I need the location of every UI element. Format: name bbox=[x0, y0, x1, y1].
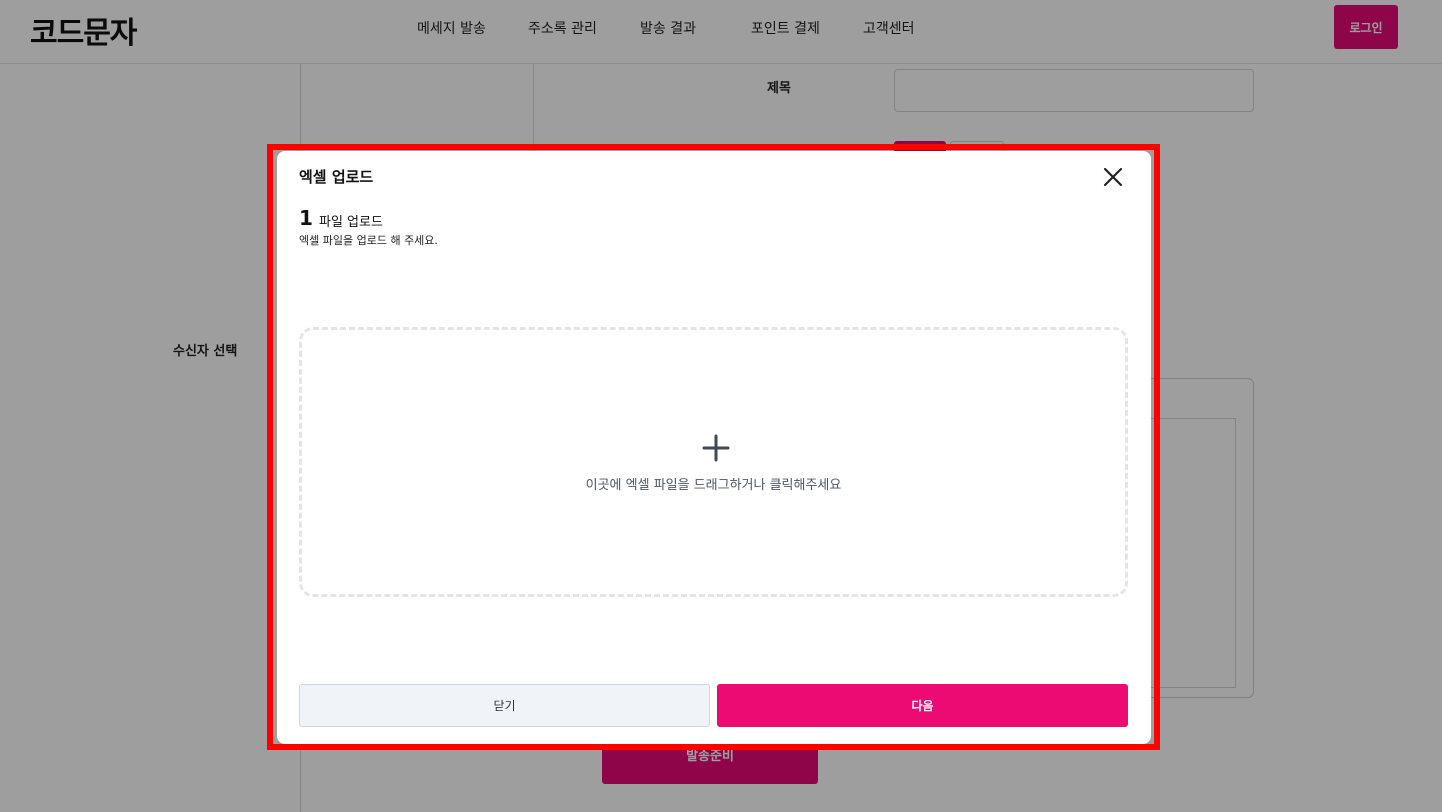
plus-icon bbox=[702, 434, 730, 462]
file-dropzone[interactable]: 이곳에 엑셀 파일을 드래그하거나 클릭해주세요 bbox=[299, 327, 1128, 597]
close-button[interactable]: 닫기 bbox=[299, 684, 710, 727]
excel-upload-modal: 엑셀 업로드 1 파일 업로드 엑셀 파일을 업로드 해 주세요. 이곳에 엑셀… bbox=[277, 151, 1151, 744]
dropzone-instruction: 이곳에 엑셀 파일을 드래그하거나 클릭해주세요 bbox=[585, 478, 842, 493]
step-title: 파일 업로드 bbox=[319, 215, 383, 230]
modal-title: 엑셀 업로드 bbox=[299, 168, 374, 186]
close-icon[interactable] bbox=[1101, 165, 1125, 189]
next-button[interactable]: 다음 bbox=[717, 684, 1128, 727]
step-number: 1 bbox=[299, 206, 313, 230]
step-description: 엑셀 파일을 업로드 해 주세요. bbox=[299, 234, 438, 247]
